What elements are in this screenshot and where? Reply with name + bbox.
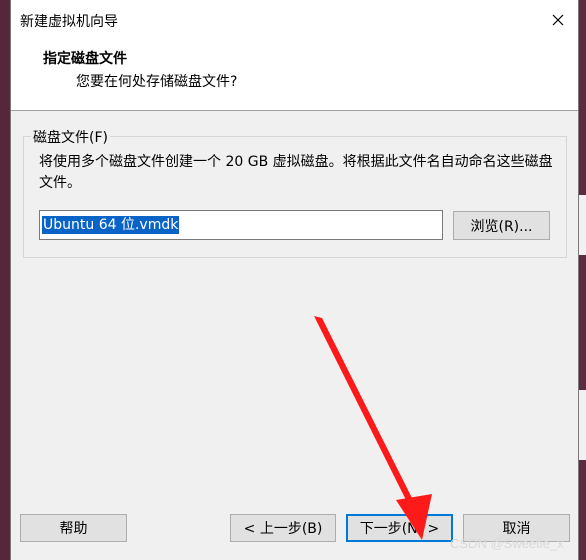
close-button[interactable] — [543, 6, 573, 34]
desktop-background-right — [579, 0, 586, 560]
page-subtitle: 您要在何处存储磁盘文件? — [76, 74, 238, 90]
title-bar: 新建虚拟机向导 — [11, 0, 578, 40]
wizard-header: 指定磁盘文件 您要在何处存储磁盘文件? — [11, 40, 578, 111]
new-vm-wizard-dialog: 新建虚拟机向导 指定磁盘文件 您要在何处存储磁盘文件? 磁盘文件(F) 将使用多… — [10, 0, 579, 560]
next-button[interactable]: 下一步(N) > — [346, 514, 453, 542]
background-window-fragment — [579, 390, 586, 460]
window-title: 新建虚拟机向导 — [20, 14, 118, 30]
disk-file-name-input[interactable]: Ubuntu 64 位.vmdk — [39, 210, 443, 240]
watermark: CSDN @Sweetie_x — [450, 536, 564, 551]
help-button[interactable]: 帮助 — [20, 514, 127, 542]
disk-file-group-label: 磁盘文件(F) — [31, 127, 110, 147]
disk-file-name-value: Ubuntu 64 位.vmdk — [42, 216, 180, 234]
back-button[interactable]: < 上一步(B) — [230, 514, 336, 542]
disk-file-description: 将使用多个磁盘文件创建一个 20 GB 虚拟磁盘。将根据此文件名自动命名这些磁盘… — [39, 154, 553, 191]
page-title: 指定磁盘文件 — [43, 51, 127, 67]
desktop-background-left — [0, 0, 10, 560]
close-icon — [552, 14, 564, 26]
background-window-fragment — [579, 195, 586, 255]
browse-button[interactable]: 浏览(R)... — [453, 211, 550, 240]
